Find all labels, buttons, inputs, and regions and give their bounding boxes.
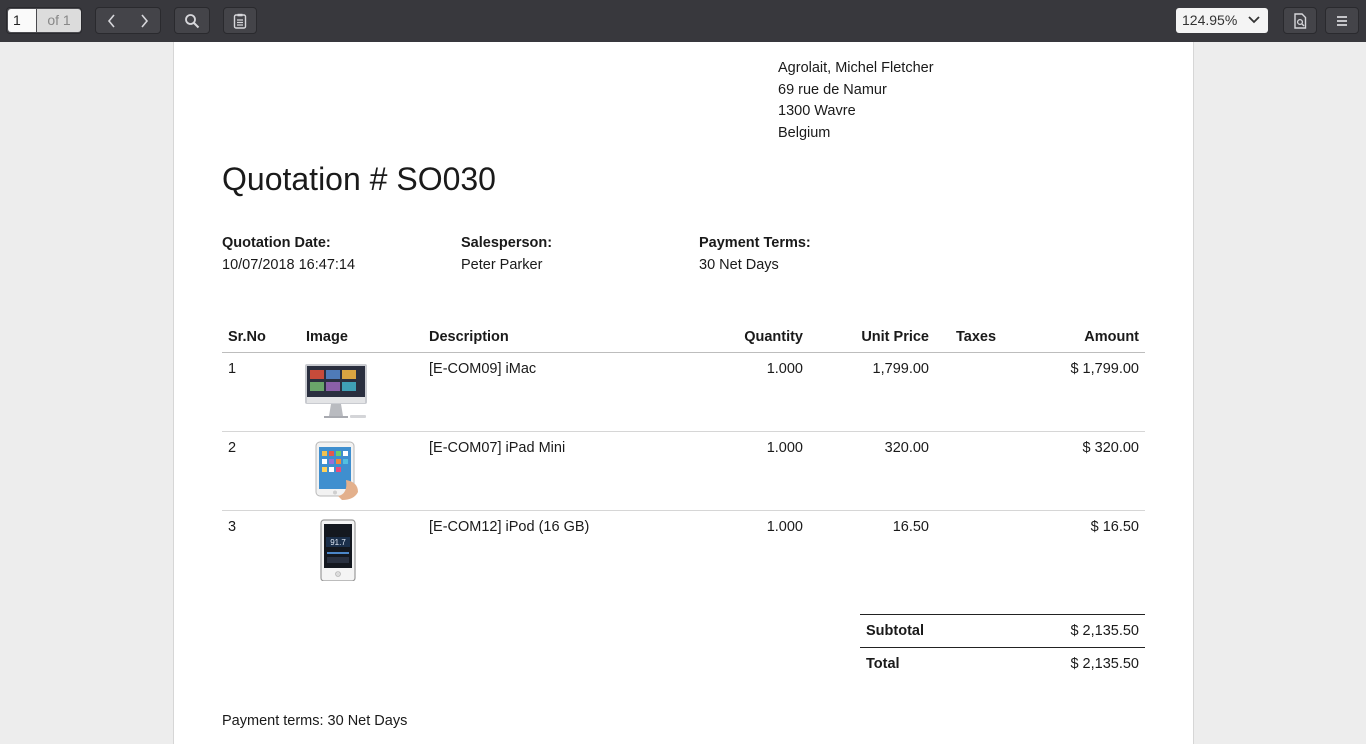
- customer-address: Agrolait, Michel Fletcher 69 rue de Namu…: [778, 58, 934, 144]
- table-row: 3 91.7 [E-COM12] iPod (16 GB) 1.000 16.5…: [222, 511, 1145, 590]
- description-cell: [E-COM09] iMac: [423, 352, 703, 432]
- salesperson-block: Salesperson: Peter Parker: [461, 232, 552, 276]
- zoom-select[interactable]: 124.95%: [1176, 8, 1268, 33]
- svg-text:91.7: 91.7: [330, 538, 346, 547]
- next-page-button[interactable]: [128, 7, 160, 34]
- taxes-cell: [935, 431, 1017, 511]
- search-button[interactable]: [176, 7, 208, 34]
- amount-cell: $ 1,799.00: [1017, 352, 1145, 432]
- chevron-right-icon: [141, 13, 149, 28]
- description-cell: [E-COM12] iPod (16 GB): [429, 519, 590, 535]
- search-icon: [185, 13, 200, 28]
- page-number-input[interactable]: 1: [8, 9, 36, 32]
- subtotal-row: Subtotal $ 2,135.50: [860, 614, 1145, 648]
- quotation-date-block: Quotation Date: 10/07/2018 16:47:14: [222, 232, 355, 276]
- chevron-left-icon: [107, 13, 115, 28]
- menu-icon: [1337, 15, 1347, 26]
- table-header-row: Sr.No Image Description Quantity Unit Pr…: [222, 322, 1145, 353]
- zoom-value: 124.95%: [1182, 12, 1238, 28]
- amount-cell: $ 16.50: [1090, 519, 1139, 535]
- srno-cell: 1: [222, 352, 300, 432]
- payment-terms-value: 30 Net Days: [699, 257, 779, 273]
- quantity-cell: 1.000: [766, 519, 803, 535]
- column-header: Amount: [1017, 322, 1145, 353]
- chevron-down-icon: [1248, 8, 1260, 41]
- document-title: Quotation # SO030: [222, 161, 496, 197]
- document-properties-button[interactable]: [1284, 7, 1316, 34]
- taxes-cell: [935, 352, 1017, 432]
- quantity-cell: 1.000: [703, 352, 809, 432]
- srno-cell: 3: [228, 519, 237, 535]
- product-image-cell: [300, 431, 423, 511]
- total-value: $ 2,135.50: [1070, 656, 1139, 672]
- salesperson-label: Salesperson:: [461, 235, 553, 251]
- address-line: Agrolait, Michel Fletcher: [778, 60, 934, 76]
- quantity-cell: 1.000: [703, 431, 809, 511]
- column-header: Quantity: [703, 322, 809, 353]
- menu-button[interactable]: [1326, 7, 1358, 34]
- table-row: 1 [E-COM09] iMac 1.000 1,799.00 $ 1,799.…: [222, 352, 1145, 432]
- total-row: Total $ 2,135.50: [860, 648, 1145, 681]
- imac-image: [305, 364, 367, 418]
- unit-price-cell: 320.00: [809, 431, 935, 511]
- salesperson-value: Peter Parker: [461, 257, 543, 273]
- sidebar-toggle-icon: [233, 13, 247, 29]
- ipad-mini-image: [315, 441, 358, 500]
- description-cell: [E-COM07] iPad Mini: [423, 431, 703, 511]
- document-properties-icon: [1294, 12, 1307, 29]
- total-label: Total: [866, 656, 900, 672]
- order-lines-table: Sr.No Image Description Quantity Unit Pr…: [222, 322, 1145, 590]
- previous-page-button[interactable]: [96, 7, 128, 34]
- unit-price-cell: 1,799.00: [809, 352, 935, 432]
- address-line: Belgium: [778, 124, 831, 141]
- quotation-date-value: 10/07/2018 16:47:14: [222, 257, 356, 273]
- taxes-cell: [935, 511, 1017, 590]
- sidebar-toggle-button[interactable]: [224, 7, 256, 34]
- ipod-image: 91.7: [320, 519, 356, 581]
- address-line: 69 rue de Namur: [778, 81, 887, 98]
- table-row: 2 [E-COM07] iPad Mini 1.000 320.00 $ 320…: [222, 431, 1145, 511]
- totals-table: Subtotal $ 2,135.50 Total $ 2,135.50: [860, 614, 1145, 680]
- product-image-cell: [300, 352, 423, 432]
- page-count-label: of 1: [37, 9, 81, 32]
- subtotal-label: Subtotal: [860, 614, 993, 648]
- srno-cell: 2: [222, 431, 300, 511]
- column-header: Image: [300, 322, 423, 353]
- column-header: Description: [423, 322, 703, 353]
- column-header: Unit Price: [809, 322, 935, 353]
- payment-terms-label: Payment Terms:: [699, 235, 811, 251]
- address-line: 1300 Wavre: [778, 103, 856, 119]
- subtotal-value: $ 2,135.50: [992, 614, 1145, 648]
- column-header: Taxes: [935, 322, 1017, 353]
- column-header: Sr.No: [222, 322, 300, 353]
- quotation-date-label: Quotation Date:: [222, 235, 331, 251]
- page-number-group: 1 of 1: [6, 7, 82, 34]
- pdf-page: Agrolait, Michel Fletcher 69 rue de Namu…: [173, 42, 1194, 744]
- amount-cell: $ 320.00: [1017, 431, 1145, 511]
- product-image-cell: 91.7: [300, 511, 423, 590]
- unit-price-cell: 16.50: [892, 519, 929, 535]
- pdf-toolbar: 1 of 1 124.95%: [0, 0, 1366, 42]
- payment-terms-note: Payment terms: 30 Net Days: [222, 713, 408, 729]
- payment-terms-block: Payment Terms: 30 Net Days: [699, 232, 811, 276]
